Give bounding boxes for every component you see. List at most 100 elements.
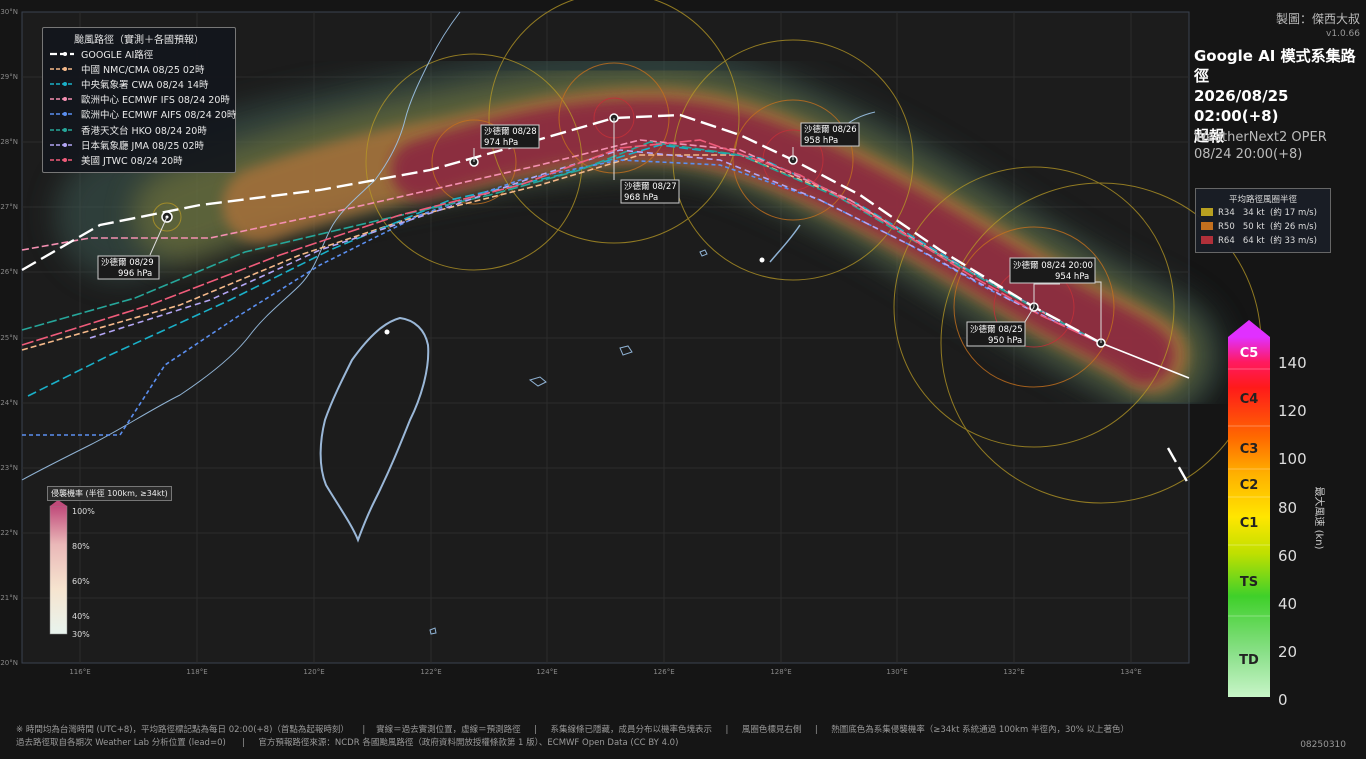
- svg-text:950 hPa: 950 hPa: [988, 336, 1022, 346]
- svg-text:29°N: 29°N: [0, 73, 18, 81]
- svg-text:80%: 80%: [72, 542, 90, 551]
- svg-text:C2: C2: [1240, 478, 1259, 493]
- svg-text:23°N: 23°N: [0, 464, 18, 472]
- svg-text:120°E: 120°E: [303, 668, 324, 676]
- legend-line-swatch: [50, 66, 74, 71]
- legend-item: 美國 JTWC 08/24 20時: [43, 152, 235, 167]
- legend-item-label: 中國 NMC/CMA 08/25 02時: [81, 64, 205, 76]
- probability-legend-title: 侵襲機率 (半徑 100km, ≥34kt): [47, 486, 172, 501]
- svg-text:140: 140: [1278, 354, 1307, 372]
- legend-item: GOOGLE AI路徑: [43, 46, 235, 61]
- legend-line-swatch: [50, 97, 74, 102]
- svg-text:40%: 40%: [72, 612, 90, 621]
- wind-radius-legend: 平均路徑風圈半徑 R34 34 kt (約 17 m/s) R50 50 kt (…: [1195, 188, 1331, 253]
- legend-line-swatch: [50, 142, 74, 147]
- intensity-colorbar: C5 C4 C3 C2 C1 TS TD 140 120 100 80 60 4…: [1228, 320, 1326, 709]
- svg-text:22°N: 22°N: [0, 529, 18, 537]
- svg-text:20°N: 20°N: [0, 659, 18, 667]
- track-label-0828: 沙德爾 08/28974 hPa: [480, 124, 540, 149]
- svg-text:80: 80: [1278, 499, 1297, 517]
- wind-radius-swatch: [1201, 208, 1213, 216]
- heading-line-1: Google AI 模式系集路徑: [1194, 47, 1356, 85]
- svg-text:沙德爾 08/29: 沙德爾 08/29: [101, 257, 154, 268]
- track-label-0826: 沙德爾 08/26958 hPa: [800, 122, 860, 147]
- svg-text:TS: TS: [1240, 575, 1258, 590]
- legend-item-label: 歐洲中心 ECMWF IFS 08/24 20時: [81, 95, 230, 107]
- svg-text:21°N: 21°N: [0, 594, 18, 602]
- track-label-0829: 沙德爾 08/29996 hPa: [97, 255, 160, 280]
- heading-line-2: 2026/08/25 02:00(+8): [1194, 87, 1289, 125]
- svg-text:24°N: 24°N: [0, 399, 18, 407]
- model-name: WeatherNext2 OPER: [1194, 130, 1327, 145]
- version-label: v1.0.66: [1326, 29, 1360, 39]
- longitude-labels: 116°E 118°E 120°E 122°E 124°E 126°E 128°E 13…: [69, 668, 1141, 676]
- wind-radius-swatch: [1201, 222, 1213, 230]
- footer-line-1: ※ 時間均為台灣時間 (UTC+8)，平均路徑標記點為每日 02:00(+8)（…: [16, 725, 1130, 735]
- svg-text:C1: C1: [1240, 516, 1259, 531]
- legend-item-label: 歐洲中心 ECMWF AIFS 08/24 20時: [81, 110, 237, 122]
- legend-item-label: 中央氣象署 CWA 08/24 14時: [81, 79, 209, 91]
- track-label-0824: 沙德爾 08/24 20:00954 hPa: [1009, 257, 1096, 284]
- svg-text:沙德爾 08/25: 沙德爾 08/25: [970, 324, 1023, 335]
- svg-text:TD: TD: [1239, 653, 1259, 668]
- svg-text:128°E: 128°E: [770, 668, 791, 676]
- track-label-0827: 沙德爾 08/27968 hPa: [620, 179, 680, 204]
- svg-text:132°E: 132°E: [1003, 668, 1024, 676]
- svg-text:974 hPa: 974 hPa: [484, 138, 518, 148]
- svg-text:134°E: 134°E: [1120, 668, 1141, 676]
- wind-radius-legend-title: 平均路徑風圈半徑: [1228, 195, 1297, 205]
- legend-item-label: 日本氣象廳 JMA 08/25 02時: [81, 140, 205, 152]
- svg-text:28°N: 28°N: [0, 138, 18, 146]
- wind-radius-item: R50 50 kt (約 26 m/s): [1196, 219, 1330, 233]
- legend-line-swatch: [50, 81, 74, 86]
- svg-text:116°E: 116°E: [69, 668, 90, 676]
- svg-text:27°N: 27°N: [0, 203, 18, 211]
- svg-text:968 hPa: 968 hPa: [624, 193, 658, 203]
- wind-radius-swatch: [1201, 236, 1213, 244]
- track-label-0825: 沙德爾 08/25950 hPa: [966, 321, 1026, 347]
- wind-radius-label: R64 64 kt (約 33 m/s): [1218, 236, 1317, 246]
- svg-text:C4: C4: [1240, 392, 1259, 407]
- legend-line-swatch: [50, 51, 74, 56]
- svg-text:100%: 100%: [72, 507, 95, 516]
- footer-notes: ※ 時間均為台灣時間 (UTC+8)，平均路徑標記點為每日 02:00(+8)（…: [16, 724, 1129, 750]
- legend-item-label: GOOGLE AI路徑: [81, 49, 154, 61]
- svg-text:沙德爾 08/24 20:00: 沙德爾 08/24 20:00: [1013, 260, 1093, 271]
- svg-text:30°N: 30°N: [0, 8, 18, 16]
- svg-text:最大風速 (kn): 最大風速 (kn): [1313, 486, 1326, 549]
- legend-item: 中國 NMC/CMA 08/25 02時: [43, 61, 235, 76]
- svg-text:996 hPa: 996 hPa: [118, 269, 152, 279]
- legend-line-swatch: [50, 127, 74, 132]
- wind-radius-item: R34 34 kt (約 17 m/s): [1196, 205, 1330, 219]
- svg-text:沙德爾 08/28: 沙德爾 08/28: [484, 126, 537, 137]
- legend-item: 日本氣象廳 JMA 08/25 02時: [43, 137, 235, 152]
- svg-text:122°E: 122°E: [420, 668, 441, 676]
- svg-text:C3: C3: [1240, 442, 1259, 457]
- wind-radius-label: R34 34 kt (約 17 m/s): [1218, 208, 1317, 218]
- svg-text:C5: C5: [1240, 346, 1259, 361]
- legend-item-label: 香港天文台 HKO 08/24 20時: [81, 125, 207, 137]
- svg-text:60: 60: [1278, 547, 1297, 565]
- svg-text:26°N: 26°N: [0, 268, 18, 276]
- latitude-labels: 30°N 29°N 28°N 27°N 26°N 25°N 24°N 23°N 22°N…: [0, 8, 18, 667]
- svg-text:20: 20: [1278, 643, 1297, 661]
- svg-text:118°E: 118°E: [186, 668, 207, 676]
- track-legend: 颱風路徑（實測＋各國預報） GOOGLE AI路徑中國 NMC/CMA 08/2…: [42, 27, 236, 173]
- track-legend-title: 颱風路徑（實測＋各國預報）: [74, 35, 204, 46]
- svg-text:130°E: 130°E: [886, 668, 907, 676]
- legend-item: 歐洲中心 ECMWF IFS 08/24 20時: [43, 92, 235, 107]
- legend-line-swatch: [50, 157, 74, 162]
- wind-radius-item: R64 64 kt (約 33 m/s): [1196, 233, 1330, 247]
- svg-text:126°E: 126°E: [653, 668, 674, 676]
- legend-line-swatch: [50, 112, 74, 117]
- svg-text:124°E: 124°E: [536, 668, 557, 676]
- svg-text:60%: 60%: [72, 577, 90, 586]
- svg-text:100: 100: [1278, 450, 1307, 468]
- footer-line-2: 過去路徑取自各期次 Weather Lab 分析位置 (lead=0) | 官方…: [16, 738, 679, 748]
- svg-text:120: 120: [1278, 402, 1307, 420]
- svg-text:954 hPa: 954 hPa: [1055, 272, 1089, 282]
- svg-text:40: 40: [1278, 595, 1297, 613]
- svg-text:30%: 30%: [72, 630, 90, 639]
- svg-text:958 hPa: 958 hPa: [804, 136, 838, 146]
- svg-text:沙德爾 08/26: 沙德爾 08/26: [804, 124, 857, 135]
